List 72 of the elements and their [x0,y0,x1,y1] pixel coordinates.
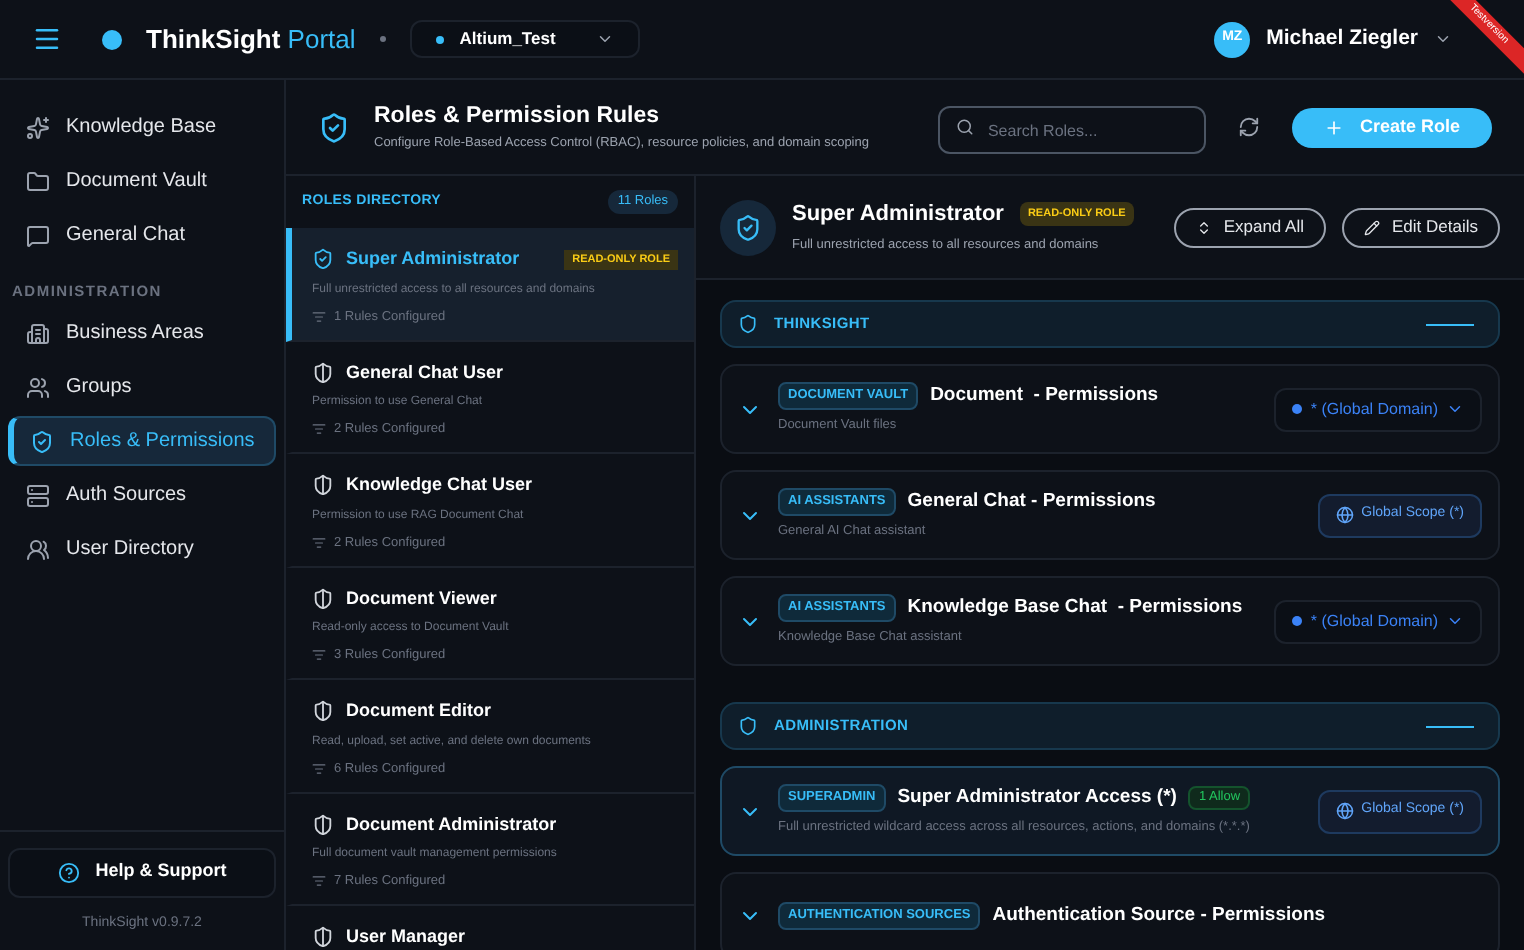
refresh-icon[interactable] [1237,116,1260,138]
sidebar-item[interactable]: Knowledge Base [8,102,276,152]
help-icon [57,861,80,883]
rules-icon [312,874,326,889]
caret-icon [595,30,614,48]
shield-icon [738,314,758,334]
shield-icon [312,813,334,836]
logo-icon [102,29,122,49]
nav-icon [26,537,50,562]
nav-icon [26,321,50,346]
shield-check-icon [312,248,334,271]
rule-title: Knowledge Base Chat - Permissions [907,594,1243,622]
shield-badge-icon [720,199,776,255]
caret-icon [1434,30,1452,48]
rule-title: Document - Permissions [930,382,1159,410]
shield-icon [312,926,334,949]
role-name: User Manager [346,924,466,950]
rules-icon [312,761,326,776]
nav-icon [26,115,50,139]
role-title: Super Administrator [792,199,1004,230]
role-name: Document Administrator [346,811,557,837]
role-item[interactable]: User Manager [286,906,694,950]
brand-name: ThinkSight Portal [146,21,356,58]
nav-icon [26,375,50,400]
rules-icon [312,535,326,550]
help-button[interactable]: Help & Support [8,847,276,897]
sidebar-item[interactable]: General Chat [8,210,276,260]
globe-icon [1335,506,1354,524]
search-icon [955,117,974,135]
rules-icon [312,648,326,663]
rules-icon [312,309,326,324]
edit-details-button[interactable]: Edit Details [1342,207,1500,247]
pencil-icon [1364,219,1380,235]
shield-icon [312,700,334,723]
role-name: Document Editor [346,698,492,724]
nav-icon [26,223,50,247]
shield-icon [312,587,334,610]
caret-icon [1446,612,1464,630]
rules-icon [312,422,326,437]
sidebar-item[interactable]: Groups [8,362,276,413]
caret-icon [1446,400,1464,418]
collapse-line [1426,323,1474,325]
workspace-select[interactable]: Altium_Test [409,20,640,58]
domain-select[interactable]: * (Global Domain) [1274,387,1482,431]
rule-title: Super Administrator Access (*) [897,784,1177,812]
rule-title: Authentication Source - Permissions [992,901,1326,930]
shield-icon [738,716,758,736]
role-name: General Chat User [346,359,504,385]
nav-icon [30,429,54,454]
expand-all-button[interactable]: Expand All [1173,207,1326,247]
shield-icon [318,111,350,143]
sidebar-item[interactable]: Business Areas [8,308,276,359]
shield-icon [312,474,334,497]
plus-icon [1323,117,1344,137]
page-title: Roles & Permission Rules [374,102,662,132]
nav-icon [26,169,50,193]
sidebar-item[interactable]: Document Vault [8,156,276,206]
expand-icon [1195,219,1212,235]
shield-icon [312,361,334,384]
menu-icon[interactable] [32,24,62,54]
rule-title: General Chat - Permissions [907,488,1156,516]
sidebar-item[interactable]: Roles & Permissions [8,416,276,467]
role-name: Knowledge Chat User [346,472,533,498]
role-name: Super Administrator [346,246,520,272]
domain-select[interactable]: * (Global Domain) [1274,599,1482,643]
role-name: Document Viewer [346,585,497,611]
sidebar-item[interactable]: User Directory [8,524,276,575]
nav-icon [26,483,50,508]
globe-icon [1335,802,1354,820]
search-field[interactable]: Search Roles... [937,106,1206,154]
sidebar-item[interactable]: Auth Sources [8,470,276,521]
collapse-line [1426,725,1474,727]
